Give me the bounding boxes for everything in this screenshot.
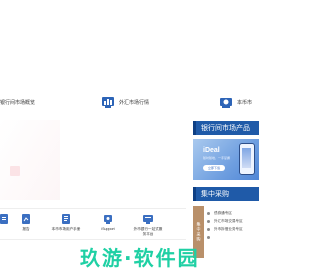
nav-item-label: 本币市 bbox=[237, 99, 253, 106]
bullet-icon bbox=[207, 227, 210, 231]
manual-icon bbox=[62, 214, 70, 224]
ideal-title: iDeal bbox=[203, 147, 220, 154]
list-item[interactable]: 债券通专区 bbox=[207, 209, 257, 217]
collective-list: 债券通专区 外汇市场交易专区 外币拆借业务专区 bbox=[207, 209, 257, 241]
service-strip: 报告 本币市场用户手册 iSupport 外币银行一站式服 务平台 bbox=[0, 208, 186, 240]
service-item-user-manual[interactable]: 本币市场用户手册 bbox=[46, 209, 86, 239]
ideal-subtitle: 随时随地，一手掌握 bbox=[203, 156, 231, 160]
bullet-icon bbox=[207, 219, 210, 223]
service-platform-icon bbox=[143, 215, 153, 224]
collective-purchase-header[interactable]: 集中采购 bbox=[193, 187, 259, 201]
currency-building-icon bbox=[220, 98, 232, 108]
report-icon bbox=[22, 214, 30, 224]
service-item-report[interactable]: 报告 bbox=[6, 209, 46, 239]
phone-icon bbox=[239, 143, 255, 175]
nav-item-label: 银行间市场概览 bbox=[0, 99, 36, 106]
watermark-text: 玖游·软件园 bbox=[80, 246, 200, 270]
market-products-header[interactable]: 银行间市场产品 bbox=[193, 121, 259, 135]
collective-purchase-title: 集中采购 bbox=[201, 191, 229, 198]
left-decoration bbox=[0, 120, 60, 200]
nav-item-local-currency[interactable]: 本币市 bbox=[219, 93, 252, 111]
service-item-isupport[interactable]: iSupport bbox=[88, 209, 128, 239]
bullet-icon bbox=[207, 211, 210, 215]
left-pink-square bbox=[10, 166, 20, 176]
nav-item-fx-market[interactable]: 外汇市场行情 bbox=[101, 93, 149, 111]
collective-panel: 集中采购 债券通专区 外汇市场交易专区 外币拆借业务专区 bbox=[193, 206, 259, 258]
nav-item-interbank-overview[interactable]: 银行间市场概览 bbox=[0, 93, 35, 111]
service-item-fx-service-platform[interactable]: 外币银行一站式服 务平台 bbox=[128, 209, 168, 239]
download-button[interactable]: 立即下载 bbox=[203, 165, 225, 171]
list-item[interactable]: 外汇市场交易专区 bbox=[207, 217, 257, 225]
header-tick bbox=[193, 121, 196, 135]
list-item[interactable] bbox=[207, 233, 257, 241]
market-products-title: 银行间市场产品 bbox=[201, 125, 250, 132]
nav-item-label: 外汇市场行情 bbox=[119, 99, 150, 106]
list-item[interactable]: 外币拆借业务专区 bbox=[207, 225, 257, 233]
support-icon bbox=[104, 215, 112, 224]
bullet-icon bbox=[207, 235, 210, 239]
ideal-app-banner[interactable]: iDeal 随时随地，一手掌握 立即下载 bbox=[193, 139, 259, 180]
fx-chart-icon bbox=[102, 97, 114, 108]
header-tick bbox=[193, 187, 196, 201]
page-root: 银行间市场概览 外汇市场行情 本币市 报告 本币市场用户手册 iSupport … bbox=[0, 0, 259, 275]
